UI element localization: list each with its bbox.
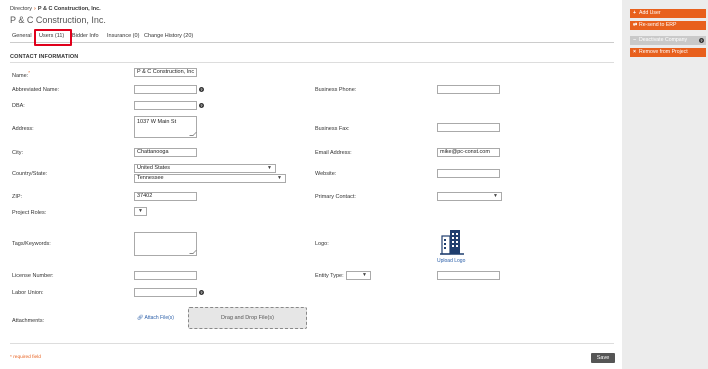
- page-title: P & C Construction, Inc.: [10, 15, 106, 25]
- dba-field[interactable]: [134, 101, 197, 110]
- project-roles-label: Project Roles:: [12, 210, 47, 216]
- attach-files-link[interactable]: 🔗︎ Attach File(s): [137, 315, 174, 321]
- tab-bidder-info[interactable]: Bidder Info: [72, 33, 99, 39]
- address-label: Address:: [12, 126, 34, 132]
- users-tab-highlight-box: [34, 29, 72, 46]
- tab-change-history[interactable]: Change History (20): [144, 33, 193, 39]
- action-sidebar: + Add User ⇄ Re-send to ERP − Deactivate Co…: [622, 0, 708, 369]
- state-select[interactable]: Tennessee ▼: [134, 174, 286, 183]
- address-value: 1037 W Main St: [137, 119, 177, 125]
- chevron-down-icon: ▼: [493, 193, 498, 199]
- save-button[interactable]: Save: [591, 353, 615, 363]
- breadcrumb-separator-icon: ›: [34, 6, 36, 12]
- business-phone-field[interactable]: [437, 85, 500, 94]
- attachments-label: Attachments:: [12, 318, 45, 324]
- country-select[interactable]: United States ▼: [134, 164, 276, 173]
- tags-keywords-field[interactable]: [134, 232, 197, 256]
- project-roles-select[interactable]: ▼: [134, 207, 147, 216]
- name-field[interactable]: P & C Construction, Inc: [134, 68, 197, 77]
- add-user-button[interactable]: + Add User: [630, 9, 706, 18]
- tags-keywords-label: Tags/Keywords:: [12, 241, 51, 247]
- name-label: Name:*: [12, 70, 30, 79]
- help-icon[interactable]: ?: [199, 290, 204, 295]
- address-field[interactable]: 1037 W Main St: [134, 116, 197, 138]
- help-icon[interactable]: ?: [199, 103, 204, 108]
- logo-label: Logo:: [315, 241, 329, 247]
- abbreviated-name-label: Abbreviated Name:: [12, 87, 60, 93]
- primary-contact-label: Primary Contact:: [315, 194, 356, 200]
- zip-field[interactable]: 37402: [134, 192, 197, 201]
- upload-logo-link[interactable]: Upload Logo: [437, 258, 465, 264]
- breadcrumb-root-link[interactable]: Directory: [10, 6, 32, 12]
- chevron-down-icon: ▼: [362, 272, 367, 278]
- chevron-down-icon: ▼: [277, 175, 282, 181]
- required-mark: *: [28, 70, 30, 75]
- resize-handle-icon[interactable]: [189, 250, 197, 254]
- license-number-label: License Number:: [12, 273, 54, 279]
- remove-from-project-button[interactable]: × Remove from Project: [630, 48, 706, 57]
- chevron-down-icon: ▼: [138, 208, 143, 214]
- resend-to-erp-button[interactable]: ⇄ Re-send to ERP: [630, 21, 706, 30]
- zip-label: ZIP:: [12, 194, 23, 200]
- tab-general[interactable]: General: [12, 33, 32, 39]
- breadcrumb: Directory › P & C Construction, Inc.: [10, 6, 101, 12]
- city-label: City:: [12, 150, 23, 156]
- email-address-field[interactable]: mike@pc-const.com: [437, 148, 500, 157]
- primary-contact-select[interactable]: ▼: [437, 192, 502, 201]
- help-icon[interactable]: ?: [699, 38, 704, 43]
- business-phone-label: Business Phone:: [315, 87, 357, 93]
- required-field-note: * required field: [10, 355, 41, 360]
- deactivate-company-button[interactable]: − Deactivate Company?: [630, 36, 706, 45]
- entity-type-extra-field[interactable]: [437, 271, 500, 280]
- city-field[interactable]: Chattanooga: [134, 148, 197, 157]
- website-field[interactable]: [437, 169, 500, 178]
- resize-handle-icon[interactable]: [189, 132, 197, 136]
- divider: [10, 343, 614, 344]
- labor-union-field[interactable]: [134, 288, 197, 297]
- business-fax-label: Business Fax:: [315, 126, 350, 132]
- section-title: CONTACT INFORMATION: [10, 54, 79, 60]
- divider: [10, 62, 614, 63]
- main-content: Directory › P & C Construction, Inc. P & C…: [0, 0, 622, 369]
- website-label: Website:: [315, 171, 337, 177]
- entity-type-select[interactable]: ▼: [346, 271, 371, 280]
- license-number-field[interactable]: [134, 271, 197, 280]
- entity-type-label: Entity Type:: [315, 273, 344, 279]
- breadcrumb-current: P & C Construction, Inc.: [37, 6, 101, 12]
- building-logo-icon: [440, 230, 464, 255]
- tab-bar: General Users (11) Bidder Info Insurance…: [10, 33, 614, 43]
- file-dropzone[interactable]: Drag and Drop File(s): [188, 307, 307, 329]
- business-fax-field[interactable]: [437, 123, 500, 132]
- abbreviated-name-field[interactable]: [134, 85, 197, 94]
- email-address-label: Email Address:: [315, 150, 352, 156]
- labor-union-label: Labor Union:: [12, 290, 44, 296]
- country-state-label: Country/State:: [12, 171, 48, 177]
- help-icon[interactable]: ?: [199, 87, 204, 92]
- chevron-down-icon: ▼: [267, 165, 272, 171]
- tab-insurance[interactable]: Insurance (0): [107, 33, 139, 39]
- dba-label: DBA:: [12, 103, 25, 109]
- paperclip-icon: 🔗︎: [137, 315, 144, 321]
